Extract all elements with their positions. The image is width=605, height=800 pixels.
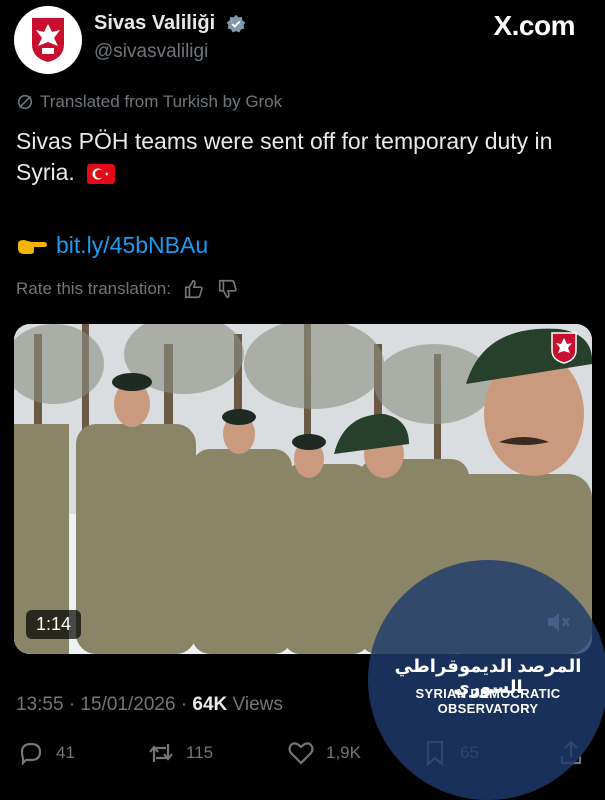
like-count: 1,9K	[326, 743, 361, 762]
translation-notice-text: Translated from Turkish by Grok	[40, 92, 283, 111]
sivas-emblem-icon	[32, 18, 64, 62]
handle[interactable]: @sivasvaliligi	[94, 41, 246, 63]
verified-badge-icon	[226, 14, 245, 32]
repost-icon	[149, 744, 173, 762]
backhand-index-pointing-right-icon	[18, 239, 47, 254]
tweet-header: Sivas Valiliği @sivasvaliligi X.com	[0, 0, 605, 80]
repost-count: 115	[186, 743, 214, 762]
reply-icon	[20, 742, 42, 766]
timestamp[interactable]: 13:55 · 15/01/2026 ·	[16, 694, 192, 715]
link-row: bit.ly/45bNBAu	[16, 232, 208, 259]
grok-icon	[17, 94, 33, 110]
tweet-text: Sivas PÖH teams were sent off for tempor…	[16, 126, 576, 188]
watermark-english-text: SYRIAN DEMOCRATIC OBSERVATORY	[415, 686, 561, 716]
reply-count: 41	[56, 743, 75, 762]
tweet-meta: 13:55 · 15/01/2026 · 64K Views	[16, 694, 283, 716]
turkey-flag-icon	[87, 163, 116, 184]
account-info: Sivas Valiliği @sivasvaliligi	[94, 12, 246, 63]
site-brand: X.com	[493, 10, 575, 41]
views-label: Views	[227, 694, 283, 715]
views-count: 64K	[192, 694, 228, 715]
rate-translation: Rate this translation:	[16, 278, 239, 300]
watermark-logo: المرصد الديموقراطي السوري SYRIAN DEMOCRA…	[368, 560, 605, 800]
reply-button[interactable]: 41	[16, 738, 75, 768]
thumbs-up-icon[interactable]	[183, 278, 205, 300]
avatar[interactable]	[14, 6, 82, 74]
shortened-link[interactable]: bit.ly/45bNBAu	[56, 232, 208, 259]
thumbs-down-icon[interactable]	[217, 278, 239, 300]
video-duration: 1:14	[26, 610, 82, 639]
repost-button[interactable]: 115	[146, 738, 213, 768]
rate-translation-label: Rate this translation:	[16, 279, 171, 298]
heart-icon	[288, 742, 314, 765]
like-button[interactable]: 1,9K	[286, 738, 361, 768]
translation-notice: Translated from Turkish by Grok	[16, 92, 282, 112]
sivas-emblem-icon	[551, 332, 577, 364]
display-name[interactable]: Sivas Valiliği	[94, 12, 215, 35]
